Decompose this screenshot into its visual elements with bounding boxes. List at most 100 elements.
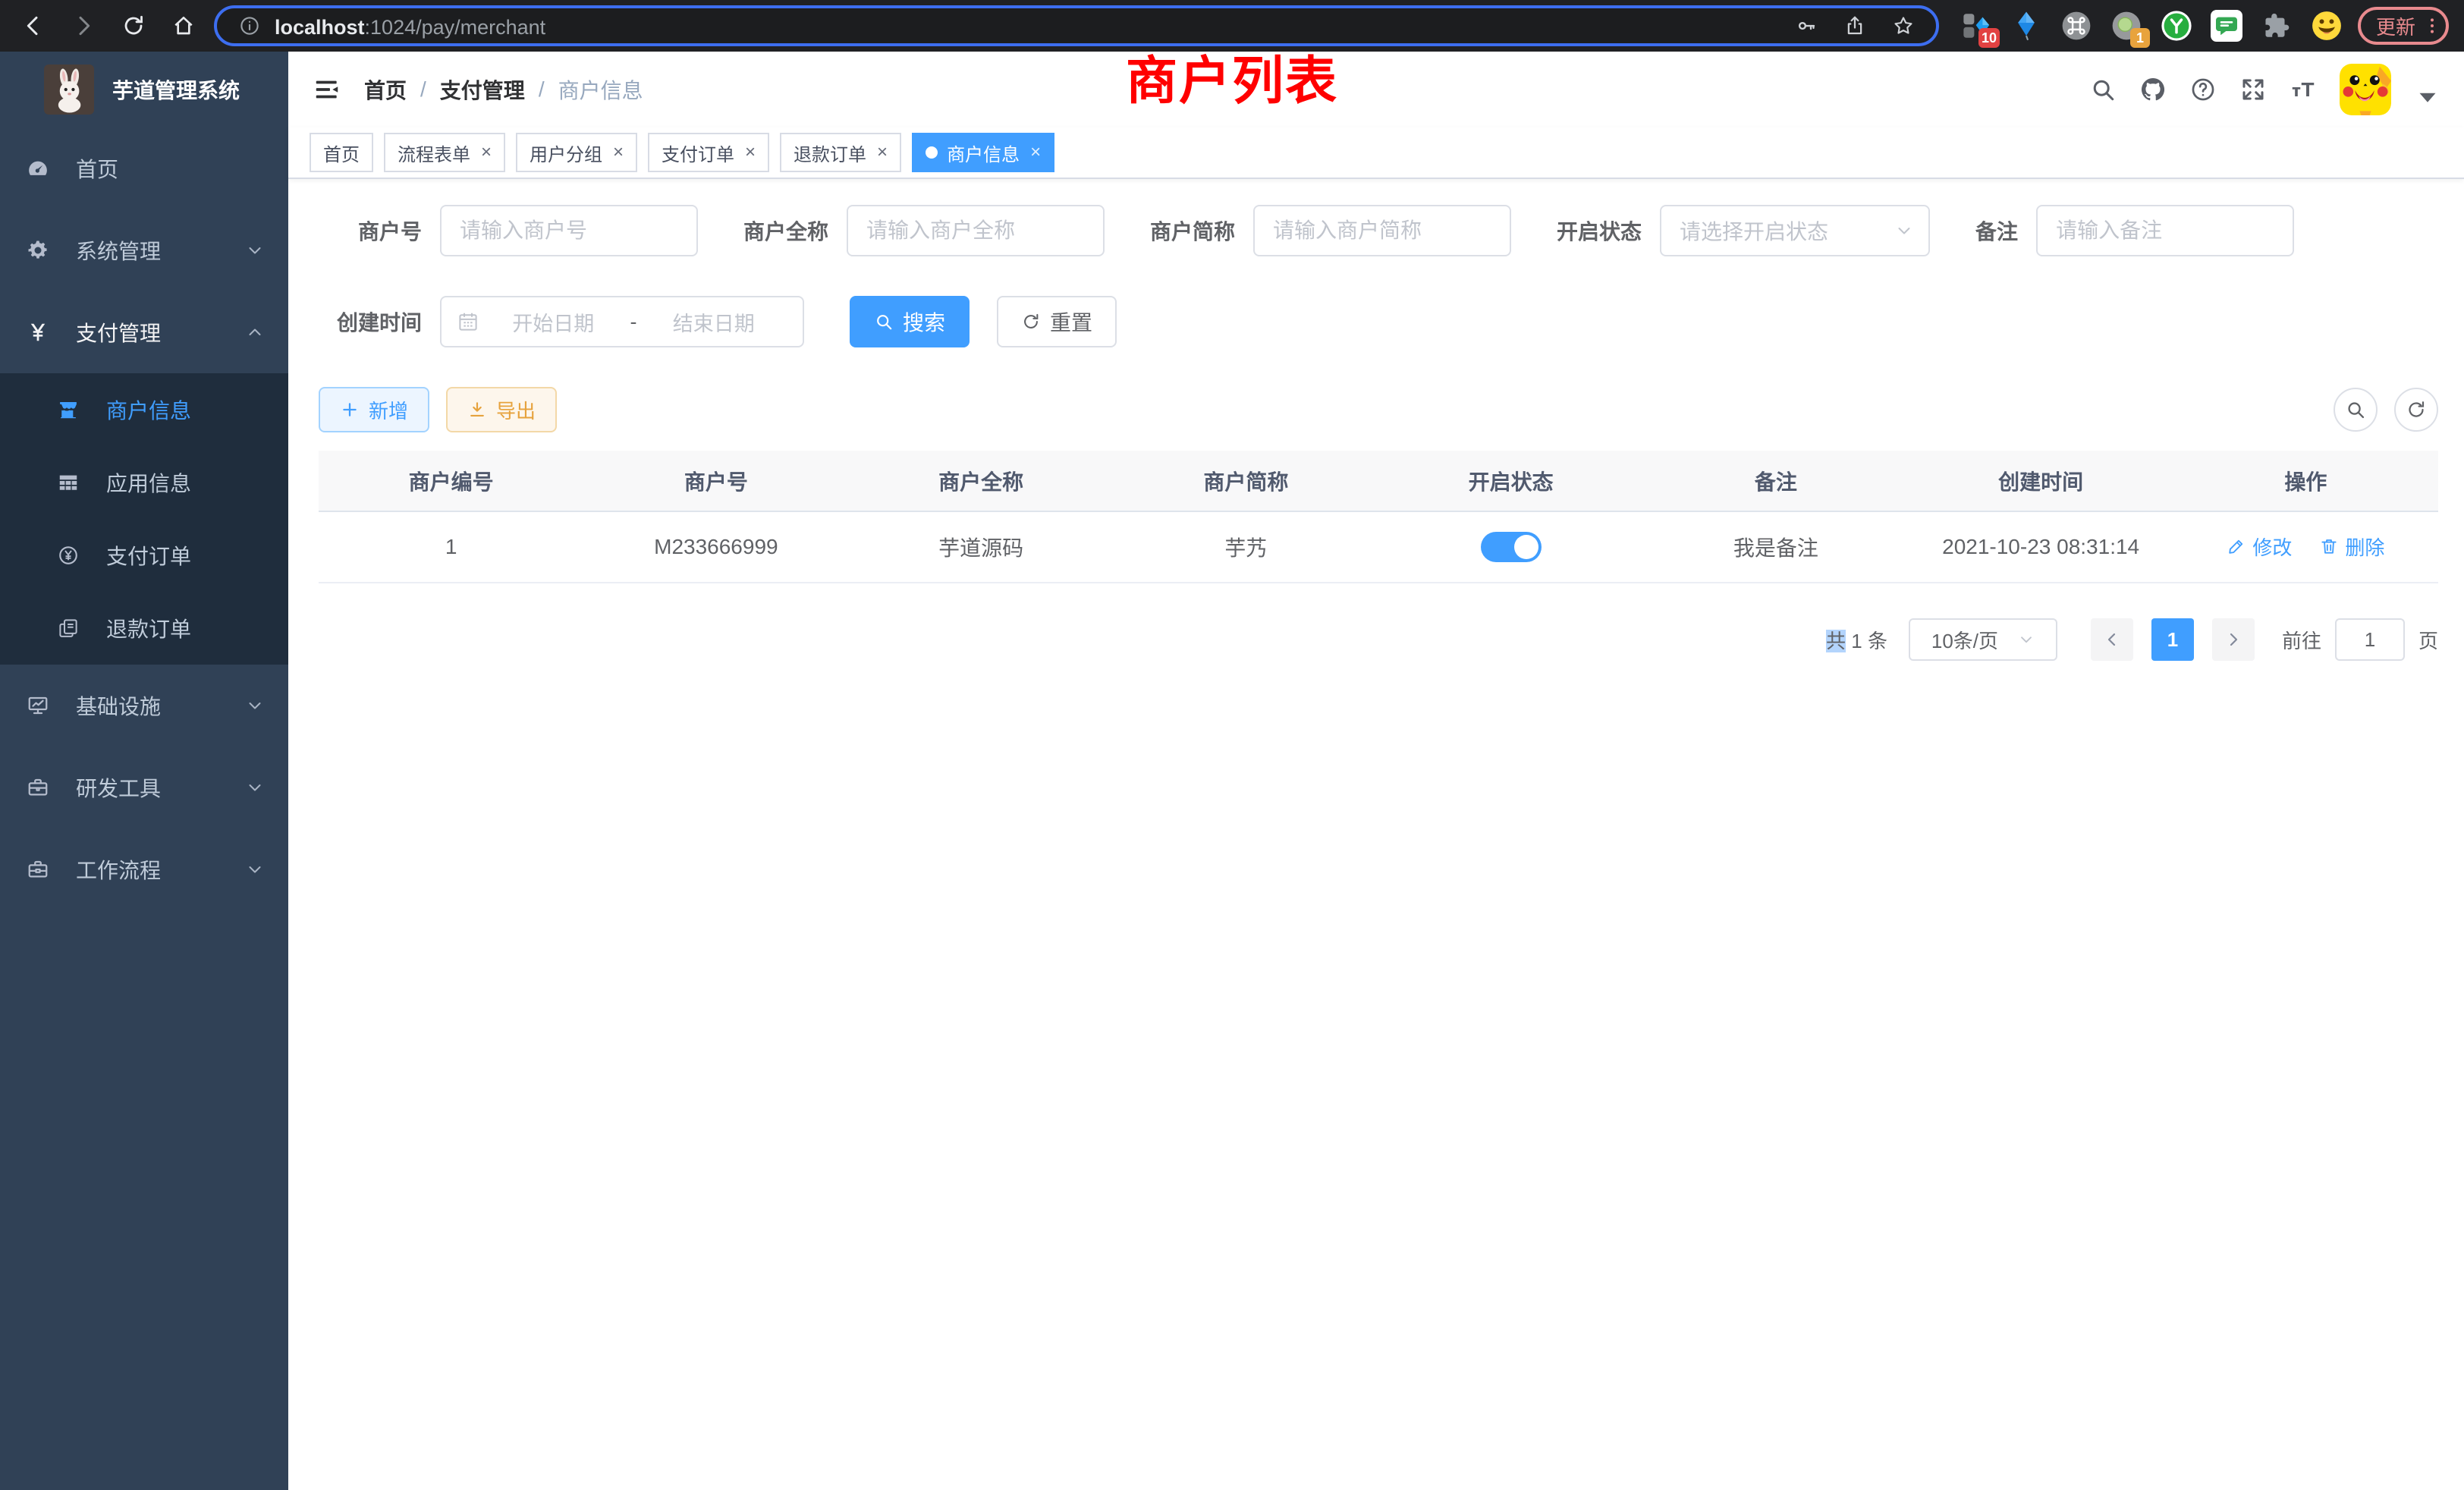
- create-time-range-picker[interactable]: 开始日期 - 结束日期: [440, 296, 804, 347]
- browser-update-button[interactable]: 更新: [2358, 7, 2449, 45]
- status-toggle[interactable]: [1481, 532, 1542, 562]
- breadcrumb-payment[interactable]: 支付管理: [440, 74, 525, 105]
- next-page-button[interactable]: [2212, 618, 2255, 661]
- filter-label: 开启状态: [1557, 215, 1642, 246]
- browser-menu-dots-icon[interactable]: [2422, 15, 2443, 36]
- tiles-extension-icon[interactable]: 10: [1960, 10, 1992, 42]
- page-size-select[interactable]: 10条/页: [1909, 618, 2057, 661]
- add-button[interactable]: 新增: [319, 387, 429, 432]
- filter-input-remark[interactable]: [2036, 205, 2294, 256]
- sidebar-collapse-icon[interactable]: [313, 75, 341, 104]
- header-search-icon[interactable]: [2089, 76, 2117, 103]
- filter-input-merchant-short-name[interactable]: [1253, 205, 1511, 256]
- password-key-icon[interactable]: [1795, 14, 1818, 37]
- font-size-icon[interactable]: [2290, 76, 2317, 103]
- tab-home[interactable]: 首页: [310, 133, 373, 172]
- filter-input-merchant-full-name[interactable]: [847, 205, 1105, 256]
- sidebar-item-refund-order[interactable]: 退款订单: [0, 592, 288, 665]
- user-avatar[interactable]: [2340, 64, 2391, 115]
- github-icon[interactable]: [2139, 76, 2167, 103]
- table-header-6: 创建时间: [1909, 451, 2173, 511]
- table-header-3: 商户简称: [1114, 451, 1378, 511]
- filter-field-create-time: 创建时间 开始日期 - 结束日期: [319, 296, 804, 347]
- sidebar-item-merchant-info[interactable]: 商户信息: [0, 373, 288, 446]
- browser-forward-icon[interactable]: [71, 14, 96, 38]
- sidebar-item-system[interactable]: 系统管理: [0, 209, 288, 291]
- refresh-table-button[interactable]: [2394, 388, 2438, 432]
- y-extension-icon[interactable]: [2161, 10, 2192, 42]
- table-header-4: 开启状态: [1378, 451, 1643, 511]
- avatar-caret-down-icon[interactable]: [2414, 83, 2441, 111]
- page-1-button[interactable]: 1: [2151, 618, 2194, 661]
- share-icon[interactable]: [1843, 14, 1866, 37]
- toggle-search-button[interactable]: [2334, 388, 2378, 432]
- puzzle-extension-icon[interactable]: [2261, 10, 2293, 42]
- delete-link[interactable]: 删除: [2319, 533, 2384, 561]
- tab-payment-order[interactable]: 支付订单×: [648, 133, 769, 172]
- content: 商户号商户全称商户简称开启状态请选择开启状态备注 创建时间 开始日期 - 结束日…: [288, 179, 2464, 1490]
- sidebar-item-label: 商户信息: [106, 395, 191, 425]
- sidebar-item-label: 支付管理: [76, 317, 161, 347]
- export-button[interactable]: 导出: [446, 387, 557, 432]
- browser-home-icon[interactable]: [171, 14, 196, 38]
- tab-close-icon[interactable]: ×: [481, 142, 492, 163]
- filter-field-merchant-short-name: 商户简称: [1150, 205, 1511, 256]
- filter-label: 备注: [1975, 215, 2018, 246]
- tab-label: 退款订单: [794, 140, 866, 166]
- cell-remark: 我是备注: [1643, 511, 1908, 583]
- bookmark-star-icon[interactable]: [1892, 14, 1915, 37]
- tab-merchant-info[interactable]: 商户信息×: [912, 133, 1054, 172]
- tab-user-group[interactable]: 用户分组×: [516, 133, 637, 172]
- site-info-icon[interactable]: [238, 14, 261, 37]
- filter-label: 商户全称: [743, 215, 828, 246]
- search-icon: [874, 312, 894, 332]
- tab-refund-order[interactable]: 退款订单 ×: [780, 133, 901, 172]
- chat-extension-icon[interactable]: [2211, 10, 2242, 42]
- tab-process-form[interactable]: 流程表单 ×: [384, 133, 505, 172]
- tab-close-icon[interactable]: ×: [613, 142, 624, 163]
- table-header-0: 商户编号: [319, 451, 583, 511]
- browser-nav-buttons: [21, 14, 196, 38]
- reset-button-label: 重置: [1050, 306, 1092, 337]
- briefcase-icon: [26, 858, 50, 881]
- sidebar-item-dev-tools[interactable]: 研发工具: [0, 747, 288, 828]
- tab-close-icon[interactable]: ×: [877, 142, 888, 163]
- goto-unit: 页: [2418, 626, 2438, 654]
- sidebar-item-payment[interactable]: 支付管理: [0, 291, 288, 373]
- start-date-placeholder[interactable]: 开始日期: [479, 307, 627, 337]
- breadcrumb-separator: /: [420, 77, 426, 102]
- help-icon[interactable]: [2189, 76, 2217, 103]
- cell-operations: 修改 删除: [2173, 511, 2438, 583]
- end-date-placeholder[interactable]: 结束日期: [640, 307, 788, 337]
- command-extension-icon[interactable]: [2060, 10, 2092, 42]
- total-rest: 1 条: [1846, 630, 1887, 652]
- tab-label: 流程表单: [398, 140, 470, 166]
- breadcrumb-home[interactable]: 首页: [364, 74, 407, 105]
- sidebar-logo[interactable]: 芋道管理系统: [0, 52, 288, 127]
- download-icon: [467, 400, 487, 420]
- sidebar-item-workflow[interactable]: 工作流程: [0, 828, 288, 910]
- edit-link[interactable]: 修改: [2227, 533, 2292, 561]
- sidebar-item-infrastructure[interactable]: 基础设施: [0, 665, 288, 747]
- emoji-extension-icon[interactable]: [2311, 10, 2343, 42]
- delete-label: 删除: [2345, 533, 2384, 561]
- sidebar-item-payment-order[interactable]: 支付订单: [0, 519, 288, 592]
- url-bar[interactable]: localhost:1024/pay/merchant: [214, 5, 1939, 46]
- filter-form-row-1: 商户号商户全称商户简称开启状态请选择开启状态备注: [319, 205, 2438, 256]
- kite-extension-icon[interactable]: [2010, 10, 2042, 42]
- chevron-down-icon: [246, 241, 264, 259]
- fullscreen-icon[interactable]: [2239, 76, 2267, 103]
- prev-page-button[interactable]: [2091, 618, 2133, 661]
- filter-select-status[interactable]: 请选择开启状态: [1660, 205, 1930, 256]
- tab-close-icon[interactable]: ×: [745, 142, 756, 163]
- tab-close-icon[interactable]: ×: [1030, 142, 1041, 163]
- sidebar-item-app-info[interactable]: 应用信息: [0, 446, 288, 519]
- filter-input-merchant-no[interactable]: [440, 205, 698, 256]
- sidebar-item-home[interactable]: 首页: [0, 127, 288, 209]
- search-button[interactable]: 搜索: [850, 296, 970, 347]
- reset-button[interactable]: 重置: [997, 296, 1117, 347]
- browser-back-icon[interactable]: [21, 14, 46, 38]
- browser-reload-icon[interactable]: [121, 14, 146, 38]
- session-extension-icon[interactable]: 1: [2110, 10, 2142, 42]
- goto-page-input[interactable]: [2335, 618, 2405, 661]
